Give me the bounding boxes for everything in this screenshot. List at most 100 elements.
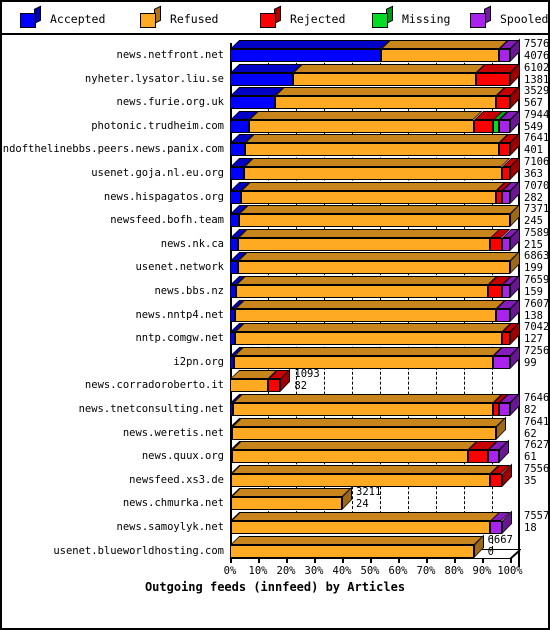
- x-tick-label: 100%: [497, 564, 523, 577]
- bar-total-value: 7371: [524, 203, 550, 216]
- bar-segment-spooled: [493, 355, 510, 369]
- category-label: endofthelinebbs.peers.news.panix.com: [0, 143, 224, 156]
- category-label: usenet.network: [135, 261, 224, 274]
- bar-segment-top-refused: [235, 276, 497, 285]
- bar-total-value: 3529: [524, 85, 550, 98]
- bar-segment-top-accepted: [230, 63, 303, 73]
- x-tick-mark: [286, 557, 288, 563]
- bar-segment-top-refused: [380, 40, 509, 49]
- legend-swatch-rejected-icon: [260, 5, 282, 29]
- legend-item-refused[interactable]: Refused: [140, 5, 219, 30]
- bar-total-value: 7256: [524, 344, 550, 357]
- bar-segment-refused: [237, 237, 491, 251]
- bar-total-value: 7641: [524, 132, 550, 145]
- bar-accepted-value: 0: [487, 545, 494, 558]
- legend-item-spooled[interactable]: Spooled: [470, 5, 548, 30]
- x-axis-title: Outgoing feeds (innfeed) by Articles: [144, 579, 406, 594]
- bar-total-value: 6667: [487, 533, 513, 546]
- bar-segment-rejected: [501, 332, 510, 346]
- bar-segment-refused: [230, 497, 342, 511]
- legend-swatch-refused-icon: [140, 5, 162, 29]
- bar-segment-top-refused: [230, 535, 483, 545]
- bar-accepted-value: 82: [294, 380, 308, 393]
- bar-accepted-value: 99: [524, 356, 537, 369]
- bar-segment-top-refused: [232, 441, 478, 451]
- bar-segment-rejected: [473, 119, 494, 133]
- category-label: news.hispagatos.org: [103, 190, 224, 203]
- bar-segment-refused: [275, 96, 496, 110]
- legend-label: Refused: [170, 12, 219, 26]
- bar-accepted-value: 215: [524, 238, 543, 251]
- bar-total-value: 7042: [524, 321, 550, 334]
- category-label: nntp.comgw.net: [135, 332, 224, 345]
- bar-total-value: 7589: [524, 226, 550, 239]
- bar-segment-top-refused: [235, 323, 511, 333]
- bar-accepted-value: 24: [356, 498, 369, 511]
- bar-segment-accepted: [230, 119, 250, 133]
- bar-segment-refused: [235, 285, 488, 298]
- bar-segment-rejected: [490, 237, 502, 251]
- bar-segment-accepted: [230, 167, 245, 180]
- bar-total-value: 7557: [524, 510, 550, 522]
- bar-accepted-value: 82: [524, 404, 537, 416]
- bar-segment-refused: [233, 355, 494, 369]
- bar-accepted-value: 549: [524, 120, 543, 133]
- category-label: news.tnetconsulting.net: [78, 403, 224, 415]
- bar-segment-top-refused: [232, 417, 506, 427]
- bar-accepted-value: 363: [524, 168, 543, 180]
- bar-segment-top-accepted: [230, 40, 390, 49]
- bar-segment-top-refused: [293, 63, 486, 73]
- bar-segment-spooled: [501, 237, 510, 251]
- bar-segment-rejected: [501, 167, 510, 180]
- category-label: news.corradoroberto.it: [84, 379, 224, 392]
- bar-total-value: 7556: [524, 462, 550, 475]
- bar-segment-top-refused: [233, 394, 503, 403]
- legend-item-accepted[interactable]: Accepted: [20, 5, 106, 30]
- bar-total-value: 7659: [524, 274, 550, 286]
- bar-segment-rejected: [487, 285, 502, 298]
- bar-segment-refused: [230, 379, 268, 393]
- bar-segment-spooled: [498, 119, 510, 133]
- legend-item-rejected[interactable]: Rejected: [260, 5, 346, 30]
- legend-swatch-spooled-icon: [470, 5, 492, 29]
- bar-segment-spooled: [501, 285, 510, 298]
- bar-accepted-value: 35: [524, 474, 537, 487]
- bar-segment-rejected: [490, 473, 502, 487]
- bar-segment-refused: [231, 473, 491, 487]
- bar-segment-top-refused: [237, 228, 500, 238]
- legend-item-missing[interactable]: Missing: [372, 5, 451, 30]
- bar-accepted-value: 4076: [524, 50, 550, 62]
- bar-segment-spooled: [498, 49, 510, 62]
- bar-accepted-value: 282: [524, 191, 543, 204]
- bar-segment-rejected: [267, 379, 281, 393]
- bar-segment-top-refused: [230, 512, 500, 521]
- category-label: photonic.trudheim.com: [91, 119, 224, 132]
- bar-accepted-value: 199: [524, 262, 543, 275]
- bar-total-value: 7607: [524, 297, 550, 310]
- bar-segment-spooled: [496, 308, 510, 322]
- bar-segment-refused: [239, 214, 510, 228]
- category-label: news.furie.org.uk: [116, 96, 224, 109]
- bar-segment-spooled: [490, 521, 502, 534]
- bar-accepted-value: 401: [524, 144, 543, 157]
- category-label: news.nntp4.net: [135, 308, 224, 321]
- bar-segment-accepted: [230, 143, 245, 157]
- legend-label: Missing: [402, 12, 451, 26]
- bar-segment-top-refused: [239, 205, 520, 215]
- category-label: news.netfront.net: [116, 49, 224, 61]
- legend-swatch-accepted-icon: [20, 5, 42, 29]
- bar-segment-refused: [380, 49, 499, 62]
- legend-label: Accepted: [50, 12, 106, 26]
- bar-segment-refused: [293, 72, 477, 86]
- bar-segment-accepted: [230, 214, 240, 228]
- bar-segment-spooled: [487, 450, 499, 464]
- x-tick-mark: [342, 557, 344, 563]
- bar-segment-spooled: [501, 190, 510, 204]
- bar-total-value: 7641: [524, 415, 550, 428]
- bar-accepted-value: 1381: [524, 73, 550, 86]
- bar-segment-refused: [230, 544, 474, 558]
- bar-segment-rejected: [468, 450, 488, 464]
- bar-accepted-value: 138: [524, 309, 543, 322]
- category-label: news.samoylyk.net: [116, 521, 224, 533]
- legend-label: Rejected: [290, 12, 346, 26]
